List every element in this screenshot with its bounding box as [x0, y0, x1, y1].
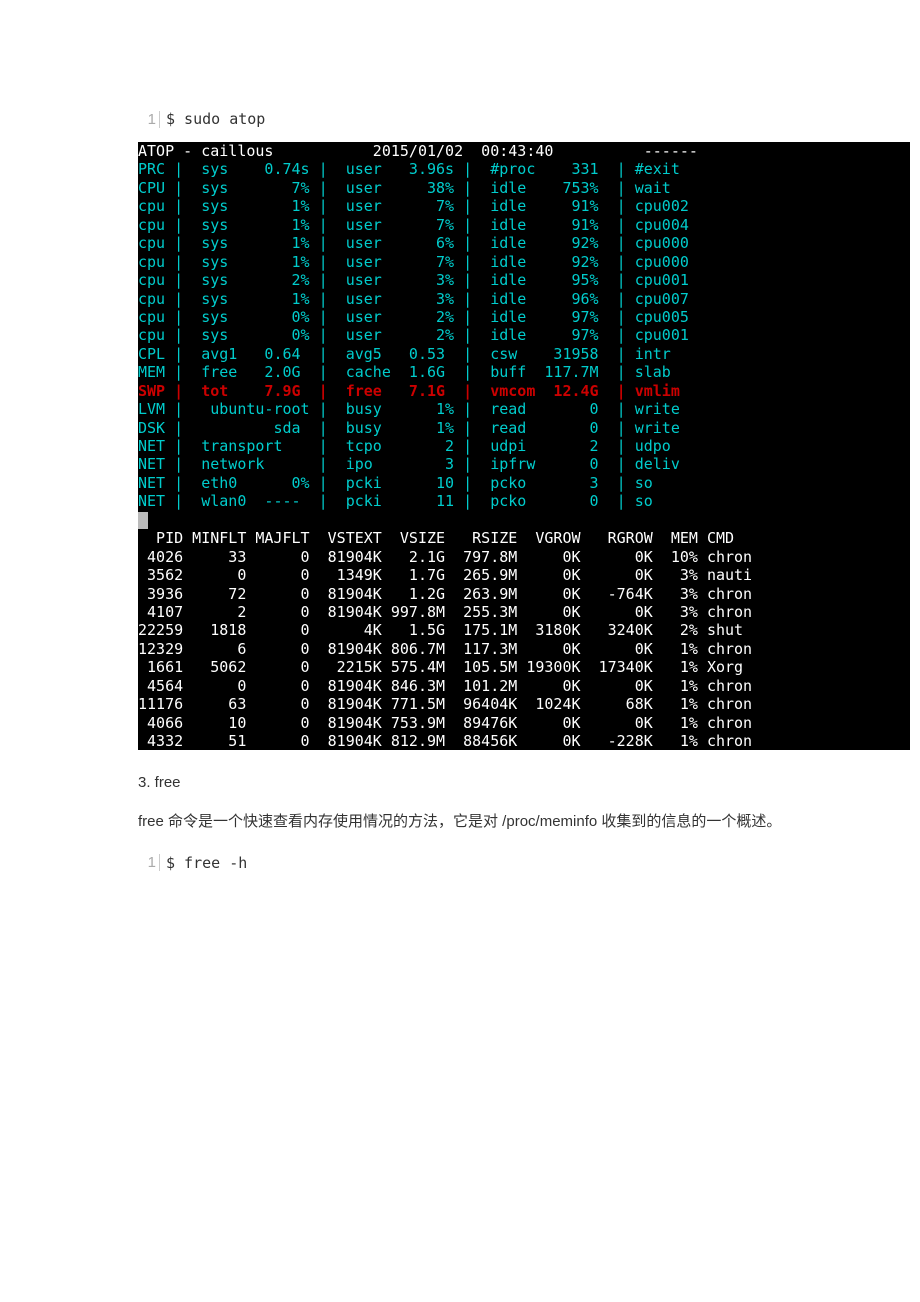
section-title-free: 3. free	[138, 774, 910, 791]
free-description: free 命令是一个快速查看内存使用情况的方法，它是对 /proc/meminf…	[138, 809, 910, 835]
atop-swp-row: SWP | tot 7.9G | free 7.1G | vmcom 12.4G…	[138, 382, 680, 400]
atop-proc-row: 4066 10 0 81904K 753.9M 89476K 0K 0K 1% …	[138, 714, 752, 732]
atop-row: NET | eth0 0% | pcki 10 | pcko 3 | so	[138, 474, 680, 492]
atop-row: CPL | avg1 0.64 | avg5 0.53 | csw 31958 …	[138, 345, 680, 363]
atop-row: cpu | sys 1% | user 7% | idle 91% | cpu0…	[138, 216, 689, 234]
atop-row: PRC | sys 0.74s | user 3.96s | #proc 331…	[138, 160, 680, 178]
atop-proc-row: 4107 2 0 81904K 997.8M 255.3M 0K 0K 3% c…	[138, 603, 752, 621]
atop-proc-row: 1661 5062 0 2215K 575.4M 105.5M 19300K 1…	[138, 658, 743, 676]
atop-row: cpu | sys 1% | user 7% | idle 91% | cpu0…	[138, 197, 689, 215]
code-block-free-h: 1 $ free -h	[138, 854, 910, 872]
code-text: $ sudo atop	[160, 110, 265, 128]
code-block-sudo-atop: 1 $ sudo atop	[138, 110, 910, 128]
atop-row: cpu | sys 0% | user 2% | idle 97% | cpu0…	[138, 326, 689, 344]
atop-row: DSK | sda | busy 1% | read 0 | write	[138, 419, 680, 437]
atop-proc-row: 3562 0 0 1349K 1.7G 265.9M 0K 0K 3% naut…	[138, 566, 752, 584]
atop-terminal-output: ATOP - caillous 2015/01/02 00:43:40 ----…	[138, 142, 910, 750]
atop-row: NET | network | ipo 3 | ipfrw 0 | deliv	[138, 455, 680, 473]
atop-proc-row: 11176 63 0 81904K 771.5M 96404K 1024K 68…	[138, 695, 752, 713]
atop-row: LVM | ubuntu-root | busy 1% | read 0 | w…	[138, 400, 680, 418]
atop-row: cpu | sys 1% | user 6% | idle 92% | cpu0…	[138, 234, 689, 252]
atop-proc-row: 4564 0 0 81904K 846.3M 101.2M 0K 0K 1% c…	[138, 677, 752, 695]
atop-row: cpu | sys 0% | user 2% | idle 97% | cpu0…	[138, 308, 689, 326]
line-number: 1	[138, 111, 160, 128]
atop-proc-row: 12329 6 0 81904K 806.7M 117.3M 0K 0K 1% …	[138, 640, 752, 658]
atop-proc-row: 3936 72 0 81904K 1.2G 263.9M 0K -764K 3%…	[138, 585, 752, 603]
atop-row: cpu | sys 2% | user 3% | idle 95% | cpu0…	[138, 271, 689, 289]
line-number: 1	[138, 854, 160, 871]
atop-proc-row: 4332 51 0 81904K 812.9M 88456K 0K -228K …	[138, 732, 752, 750]
atop-row: NET | transport | tcpo 2 | udpi 2 | udpo	[138, 437, 680, 455]
atop-proc-row: 22259 1818 0 4K 1.5G 175.1M 3180K 3240K …	[138, 621, 743, 639]
atop-row: MEM | free 2.0G | cache 1.6G | buff 117.…	[138, 363, 680, 381]
atop-row: NET | wlan0 ---- | pcki 11 | pcko 0 | so	[138, 492, 680, 510]
atop-proc-header: PID MINFLT MAJFLT VSTEXT VSIZE RSIZE VGR…	[138, 529, 743, 547]
atop-row: CPU | sys 7% | user 38% | idle 753% | wa…	[138, 179, 680, 197]
atop-proc-row: 4026 33 0 81904K 2.1G 797.8M 0K 0K 10% c…	[138, 548, 752, 566]
code-text: $ free -h	[160, 854, 247, 872]
atop-row: cpu | sys 1% | user 7% | idle 92% | cpu0…	[138, 253, 689, 271]
atop-row: cpu | sys 1% | user 3% | idle 96% | cpu0…	[138, 290, 689, 308]
atop-header: ATOP - caillous 2015/01/02 00:43:40 ----…	[138, 142, 761, 160]
terminal-cursor	[138, 512, 148, 529]
